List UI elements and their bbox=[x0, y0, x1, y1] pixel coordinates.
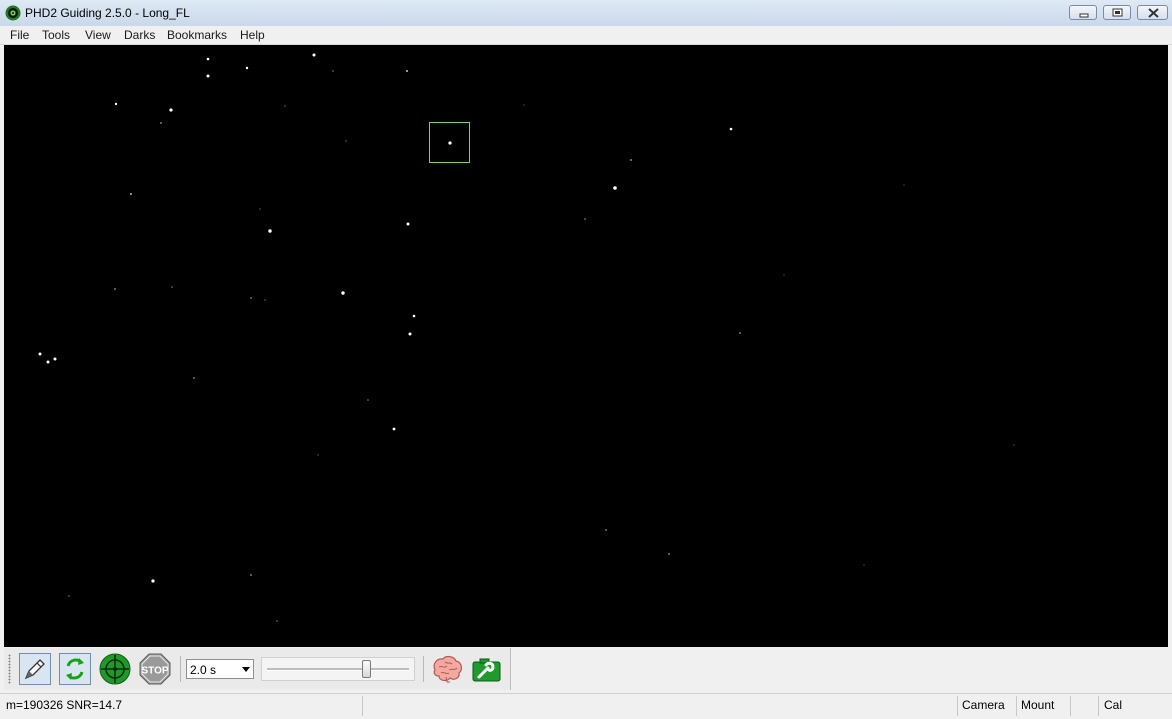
star[interactable] bbox=[312, 53, 316, 57]
menu-bar: File Tools View Darks Bookmarks Help bbox=[0, 26, 1172, 45]
star[interactable] bbox=[114, 102, 118, 106]
star[interactable] bbox=[171, 286, 173, 288]
star[interactable] bbox=[739, 332, 741, 334]
toolbar-separator bbox=[423, 656, 424, 682]
star[interactable] bbox=[317, 454, 319, 456]
star[interactable] bbox=[46, 360, 50, 364]
star[interactable] bbox=[114, 288, 116, 290]
star-info-status: m=190326 SNR=14.7 bbox=[6, 698, 123, 712]
slider-track bbox=[267, 668, 409, 671]
star[interactable] bbox=[783, 274, 785, 276]
brain-button[interactable] bbox=[430, 653, 462, 685]
star[interactable] bbox=[206, 74, 210, 78]
star[interactable] bbox=[250, 297, 252, 299]
guide-crosshair-icon bbox=[99, 653, 131, 685]
gamma-slider[interactable] bbox=[261, 657, 415, 681]
star[interactable] bbox=[259, 208, 261, 210]
status-divider bbox=[1016, 696, 1017, 716]
menu-tools[interactable]: Tools bbox=[42, 28, 70, 42]
star[interactable] bbox=[169, 108, 173, 112]
stop-sign-icon: STOP bbox=[139, 653, 171, 685]
toolbar-grip[interactable] bbox=[8, 654, 11, 684]
menu-bookmarks[interactable]: Bookmarks bbox=[167, 28, 227, 42]
minimize-icon bbox=[1079, 13, 1089, 18]
star[interactable] bbox=[332, 70, 334, 72]
status-bar: m=190326 SNR=14.7 Camera Mount Cal bbox=[0, 693, 1172, 719]
star[interactable] bbox=[668, 553, 670, 555]
star[interactable] bbox=[345, 140, 347, 142]
star[interactable] bbox=[206, 57, 210, 61]
phd2-eye-icon bbox=[5, 5, 21, 21]
star[interactable] bbox=[605, 529, 607, 531]
loop-exposure-icon bbox=[24, 659, 45, 680]
calibration-status: Cal bbox=[1104, 698, 1123, 712]
star[interactable] bbox=[160, 122, 162, 124]
maximize-button[interactable] bbox=[1103, 5, 1131, 20]
stop-label: STOP bbox=[141, 666, 168, 677]
title-bar[interactable]: PHD2 Guiding 2.5.0 - Long_FL bbox=[0, 0, 1172, 27]
star[interactable] bbox=[264, 299, 266, 301]
toolbar-separator bbox=[180, 656, 181, 682]
star[interactable] bbox=[276, 620, 278, 622]
camera-settings-icon bbox=[472, 658, 501, 682]
close-button[interactable] bbox=[1137, 5, 1168, 20]
loop-button[interactable] bbox=[19, 653, 51, 685]
stop-button[interactable]: STOP bbox=[139, 653, 171, 685]
star[interactable] bbox=[1013, 444, 1015, 446]
star[interactable] bbox=[38, 352, 42, 356]
close-icon bbox=[1148, 8, 1159, 18]
star[interactable] bbox=[406, 222, 410, 226]
camera-settings-button[interactable] bbox=[471, 653, 503, 685]
exposure-duration-value: 2.0 s bbox=[190, 663, 217, 677]
menu-darks[interactable]: Darks bbox=[124, 28, 155, 42]
star[interactable] bbox=[250, 574, 252, 576]
menu-help[interactable]: Help bbox=[240, 28, 265, 42]
star[interactable] bbox=[448, 141, 452, 145]
brain-icon bbox=[433, 655, 462, 683]
star[interactable] bbox=[412, 314, 416, 318]
status-divider bbox=[1098, 696, 1099, 716]
auto-select-star-button[interactable] bbox=[59, 653, 91, 685]
star[interactable] bbox=[268, 229, 272, 233]
toolbar-empty-area bbox=[511, 648, 1168, 690]
slider-thumb[interactable] bbox=[362, 660, 371, 678]
star[interactable] bbox=[284, 105, 286, 107]
exposure-duration-select[interactable]: 2.0 s bbox=[186, 659, 254, 679]
menu-view[interactable]: View bbox=[85, 28, 111, 42]
status-divider bbox=[957, 696, 958, 716]
chevron-down-icon bbox=[242, 667, 250, 672]
star[interactable] bbox=[151, 579, 155, 583]
star[interactable] bbox=[193, 377, 195, 379]
star[interactable] bbox=[367, 399, 369, 401]
mount-status: Mount bbox=[1021, 698, 1055, 712]
star[interactable] bbox=[341, 291, 345, 295]
star[interactable] bbox=[584, 218, 586, 220]
star[interactable] bbox=[68, 595, 70, 597]
star-field[interactable] bbox=[4, 45, 1168, 647]
camera-status: Camera bbox=[962, 698, 1005, 712]
status-divider bbox=[362, 696, 363, 716]
status-divider bbox=[1070, 696, 1071, 716]
star[interactable] bbox=[729, 127, 733, 131]
guide-camera-frame[interactable] bbox=[4, 45, 1168, 647]
star[interactable] bbox=[392, 427, 396, 431]
star[interactable] bbox=[408, 332, 412, 336]
menu-file[interactable]: File bbox=[10, 28, 29, 42]
minimize-button[interactable] bbox=[1069, 5, 1097, 20]
maximize-icon bbox=[1112, 8, 1123, 17]
star[interactable] bbox=[863, 564, 865, 566]
star[interactable] bbox=[903, 184, 905, 186]
window-title: PHD2 Guiding 2.5.0 - Long_FL bbox=[25, 6, 190, 20]
toolbar: STOP 2.0 s bbox=[4, 648, 511, 690]
star[interactable] bbox=[523, 104, 525, 106]
star[interactable] bbox=[406, 70, 408, 72]
star[interactable] bbox=[613, 186, 617, 190]
star[interactable] bbox=[130, 193, 132, 195]
auto-select-star-icon bbox=[66, 658, 84, 680]
star[interactable] bbox=[630, 159, 632, 161]
star[interactable] bbox=[245, 66, 249, 70]
star[interactable] bbox=[53, 357, 57, 361]
guide-button[interactable] bbox=[99, 653, 131, 685]
